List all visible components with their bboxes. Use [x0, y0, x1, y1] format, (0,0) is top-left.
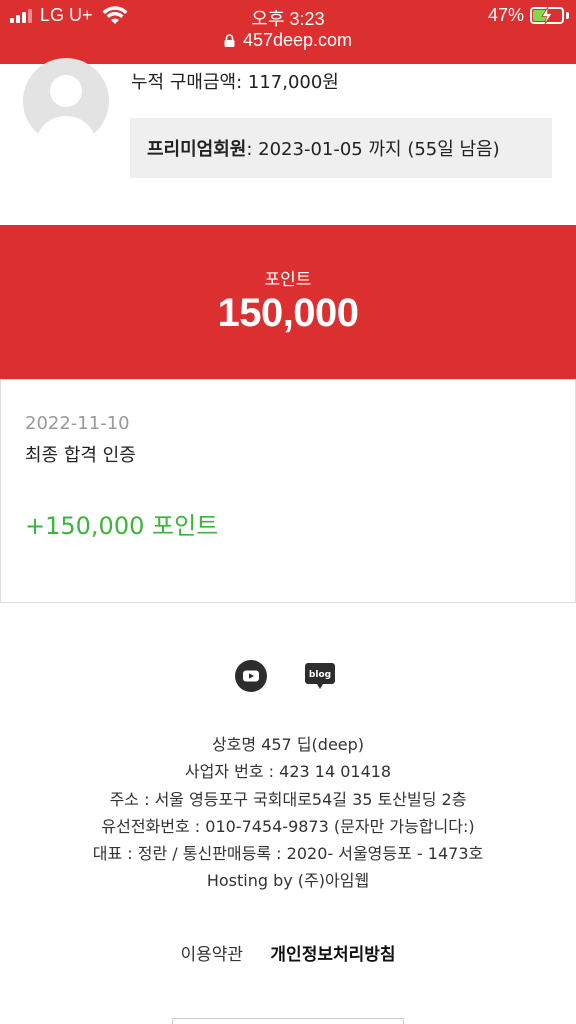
battery-cap [566, 12, 569, 19]
social-links: blog [0, 660, 576, 692]
info-line-representative: 대표 : 정란 / 통신판매등록 : 2020- 서울영등포 - 1473호 [92, 844, 484, 864]
youtube-icon[interactable] [235, 660, 267, 692]
bottom-widget[interactable] [172, 1018, 404, 1024]
youtube-play-icon [243, 670, 259, 682]
avatar [23, 58, 109, 144]
history-title: 최종 합격 인증 [25, 445, 136, 466]
status-bar: LG U+ 오후 3:23 47% [0, 0, 576, 32]
info-line-hosting: Hosting by (주)아임웹 [206, 871, 370, 891]
history-amount: +150,000 포인트 [25, 512, 219, 540]
info-line-address: 주소 : 서울 영등포구 국회대로54길 35 토산빌딩 2층 [109, 789, 467, 809]
battery-percent: 47% [487, 5, 524, 25]
url-text: 457deep.com [242, 30, 353, 50]
charging-bolt-icon [541, 7, 553, 24]
premium-expiry: : 2023-01-05 까지 (55일 남음) [246, 139, 500, 160]
info-line-company-name: 상호명 457 딥(deep) [211, 735, 365, 754]
top-bar: LG U+ 오후 3:23 47% 457deep.com [0, 0, 576, 64]
info-line-phone: 유선전화번호 : 010-7454-9873 (문자만 가능합니다:) [101, 816, 475, 836]
lock-icon [224, 34, 235, 47]
company-info: 상호명 457 딥(deep) 사업자 번호 : 423 14 01418 주소… [0, 731, 576, 895]
privacy-policy-link[interactable]: 개인정보처리방침 [270, 940, 395, 965]
premium-membership-box: 프리미엄회원: 2023-01-05 까지 (55일 남음) [130, 118, 552, 178]
terms-link[interactable]: 이용약관 [180, 940, 243, 965]
blog-icon-text: blog [309, 670, 331, 680]
footer-links: 이용약관 개인정보처리방침 [0, 940, 576, 965]
premium-membership-text: 프리미엄회원: 2023-01-05 까지 (55일 남음) [147, 135, 500, 161]
point-history-item: 2022-11-10 최종 합격 인증 +150,000 포인트 [0, 379, 576, 603]
url-bar[interactable]: 457deep.com [0, 30, 576, 56]
points-value: 150,000 [217, 291, 359, 335]
info-line-business-number: 사업자 번호 : 423 14 01418 [184, 762, 392, 782]
history-date: 2022-11-10 [25, 413, 130, 434]
user-silhouette-icon [36, 75, 96, 144]
points-banner: 포인트 150,000 [0, 225, 576, 379]
battery-icon [530, 7, 564, 24]
points-label: 포인트 [264, 270, 312, 290]
premium-label: 프리미엄회원 [147, 139, 247, 160]
blog-icon[interactable]: blog [304, 662, 336, 690]
total-purchase-amount: 누적 구매금액: 117,000원 [131, 72, 339, 93]
